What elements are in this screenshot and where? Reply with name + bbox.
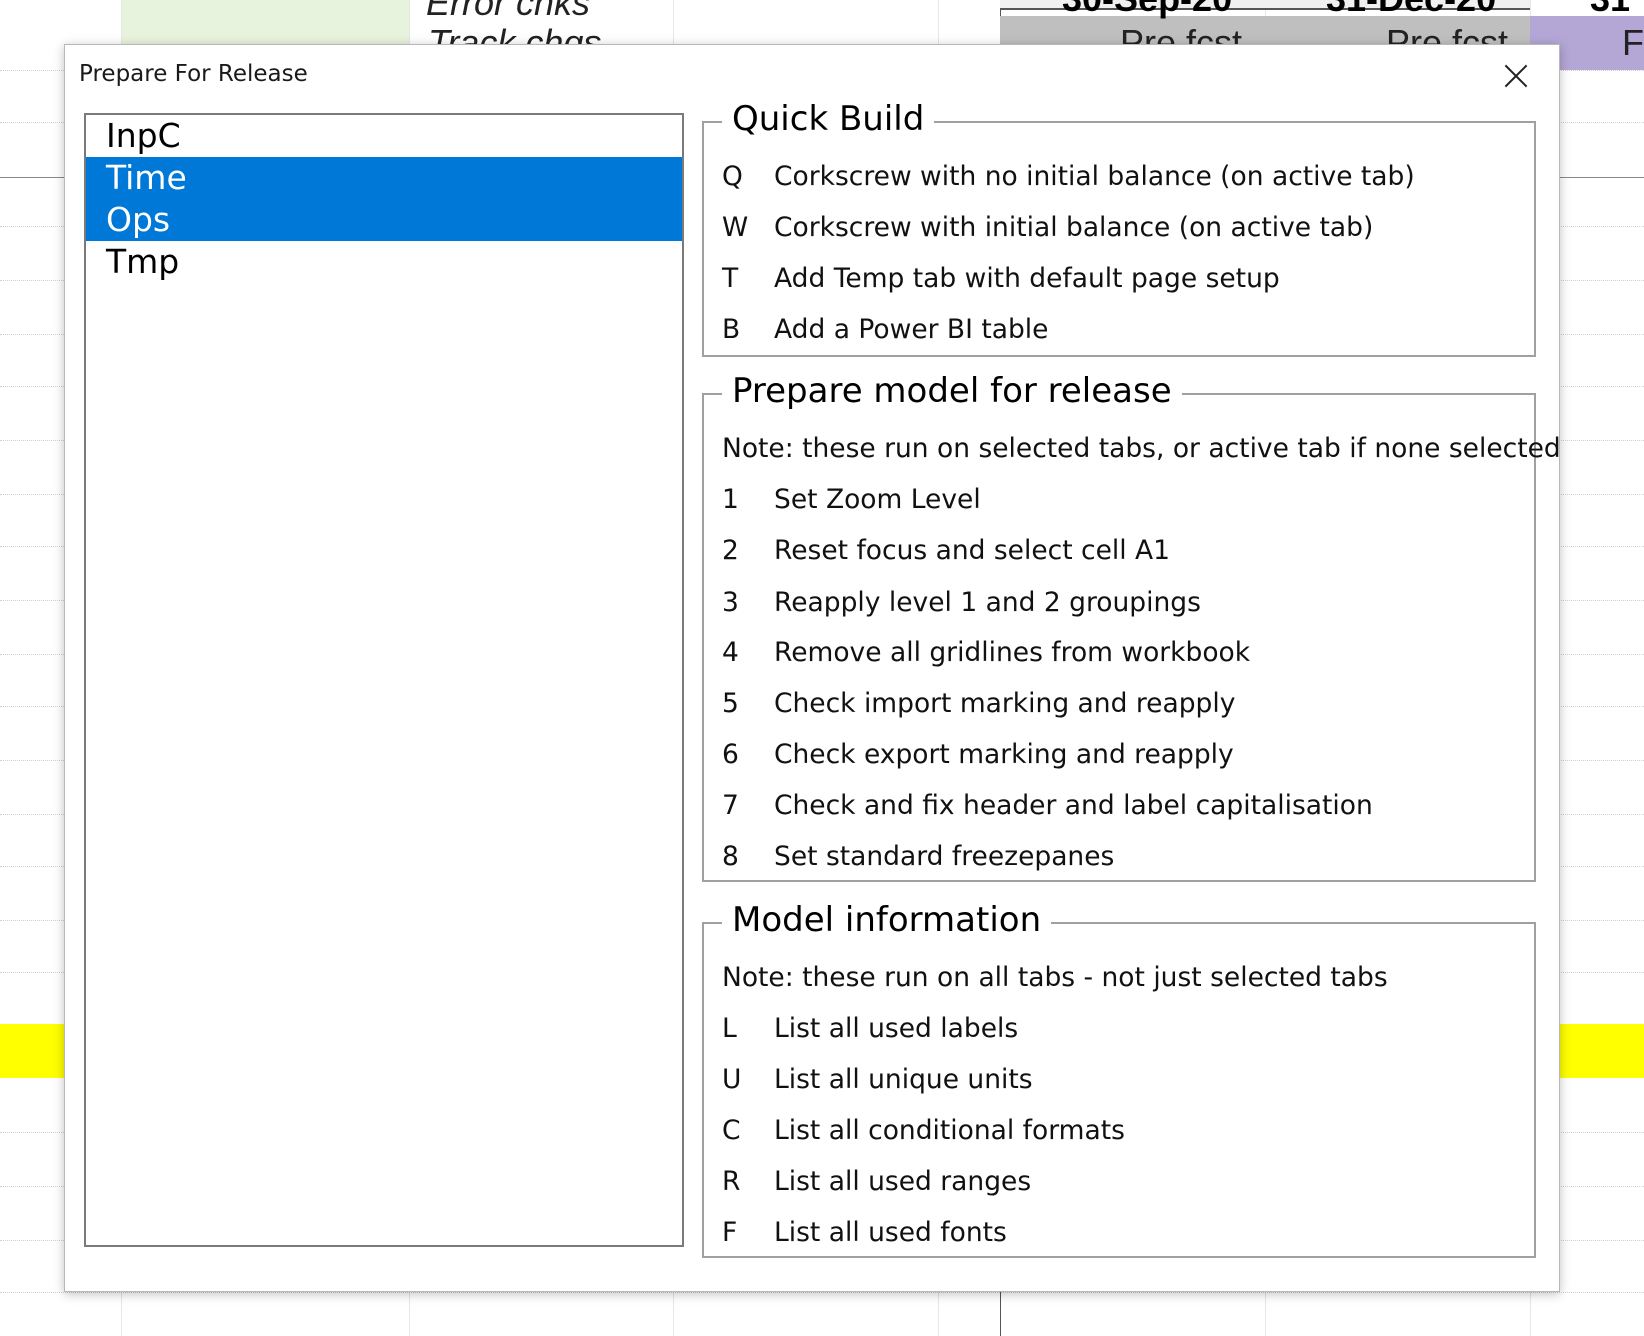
menu-item-8[interactable]: 8 Set standard freezepanes [722,841,1114,872]
shortcut-key: 8 [722,841,739,872]
menu-item-label: Add a Power BI table [774,314,1049,345]
sheet-header-label: F [1622,22,1644,63]
menu-item-label: Reapply level 1 and 2 groupings [774,587,1201,618]
list-item[interactable]: Time [86,157,682,199]
sheet-date: 30-Sep-20 [1062,0,1232,20]
shortcut-key: C [722,1115,741,1146]
shortcut-key: 1 [722,484,739,515]
menu-item-label: List all conditional formats [774,1115,1125,1146]
shortcut-key: 2 [722,535,739,566]
menu-item-label: Set Zoom Level [774,484,981,515]
menu-item-5[interactable]: 5 Check import marking and reapply [722,688,1235,719]
menu-item-label: Set standard freezepanes [774,841,1115,872]
menu-item-1[interactable]: 1 Set Zoom Level [722,484,981,515]
menu-item-label: Check import marking and reapply [774,688,1236,719]
menu-item-2[interactable]: 2 Reset focus and select cell A1 [722,535,1170,566]
shortcut-key: 6 [722,739,739,770]
model-information-group: Model information Note: these run on all… [702,898,1536,1258]
sheet-date: 31-Dec-20 [1326,0,1496,20]
shortcut-key: 3 [722,587,739,618]
list-item[interactable]: InpC [86,115,682,157]
menu-item-label: List all used ranges [774,1166,1032,1197]
menu-item-7[interactable]: 7 Check and fix header and label capitali… [722,790,1373,821]
menu-item-f[interactable]: F List all used fonts [722,1217,1007,1248]
shortcut-key: 7 [722,790,739,821]
menu-item-t[interactable]: T Add Temp tab with default page setup [722,263,1280,294]
menu-item-label: Remove all gridlines from workbook [774,637,1251,668]
close-icon[interactable] [1495,55,1537,97]
menu-item-3[interactable]: 3 Reapply level 1 and 2 groupings [722,587,1201,618]
shortcut-key: Q [722,161,743,192]
tabs-listbox[interactable]: InpC Time Ops Tmp [84,113,684,1247]
menu-item-l[interactable]: L List all used labels [722,1013,1018,1044]
menu-item-4[interactable]: 4 Remove all gridlines from workbook [722,637,1250,668]
list-item[interactable]: Tmp [86,241,682,283]
group-title: Quick Build [722,97,935,141]
menu-item-label: List all used fonts [774,1217,1007,1248]
menu-item-u[interactable]: U List all unique units [722,1064,1033,1095]
prepare-model-group: Prepare model for release Note: these ru… [702,369,1561,882]
shortcut-key: R [722,1166,741,1197]
quick-build-group: Quick Build Q Corkscrew with no initial b… [702,97,1536,357]
shortcut-key: W [722,212,749,243]
group-title: Prepare model for release [722,369,1182,413]
menu-item-label: Add Temp tab with default page setup [774,263,1280,294]
menu-item-label: Reset focus and select cell A1 [774,535,1171,566]
menu-item-r[interactable]: R List all used ranges [722,1166,1031,1197]
menu-item-label: Corkscrew with initial balance (on activ… [774,212,1374,243]
shortcut-key: 5 [722,688,739,719]
sheet-date: 31 [1590,0,1630,20]
menu-item-label: List all used labels [774,1013,1019,1044]
menu-item-label: Corkscrew with no initial balance (on ac… [774,161,1415,192]
shortcut-key: U [722,1064,742,1095]
shortcut-key: B [722,314,741,345]
group-title: Model information [722,898,1052,942]
menu-item-6[interactable]: 6 Check export marking and reapply [722,739,1234,770]
menu-item-label: Check export marking and reapply [774,739,1234,770]
list-item[interactable]: Ops [86,199,682,241]
group-note: Note: these run on selected tabs, or act… [722,433,1561,464]
group-note: Note: these run on all tabs - not just s… [722,962,1388,993]
shortcut-key: T [722,263,739,294]
menu-item-label: List all unique units [774,1064,1033,1095]
shortcut-key: F [722,1217,738,1248]
menu-item-w[interactable]: W Corkscrew with initial balance (on acti… [722,212,1373,243]
menu-item-q[interactable]: Q Corkscrew with no initial balance (on a… [722,161,1415,192]
menu-item-label: Check and fix header and label capitalis… [774,790,1373,821]
prepare-for-release-dialog: Prepare For Release InpC Time Ops Tmp Qu… [64,44,1561,1292]
dialog-title: Prepare For Release [79,61,308,87]
menu-item-c[interactable]: C List all conditional formats [722,1115,1125,1146]
shortcut-key: 4 [722,637,739,668]
green-cell [121,0,409,46]
menu-item-b[interactable]: B Add a Power BI table [722,314,1048,345]
shortcut-key: L [722,1013,737,1044]
sheet-row-label: Error chks [426,0,591,23]
